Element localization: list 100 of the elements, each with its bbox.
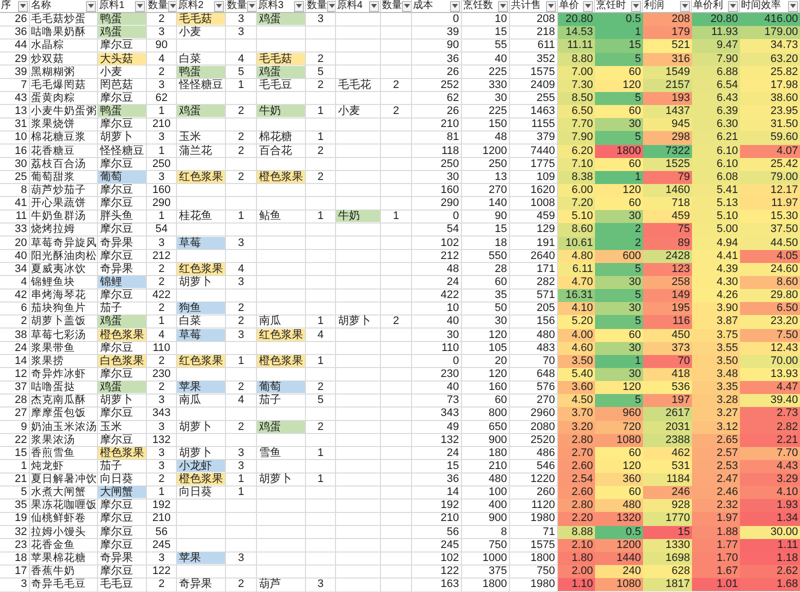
filter-dropdown[interactable]	[788, 0, 798, 12]
table-cell-text: 2	[236, 315, 246, 328]
table-cell-text: 3	[157, 460, 166, 472]
table-cell: 24.60	[740, 262, 800, 276]
table-cell-text: 3	[236, 236, 246, 249]
table-cell-text: 611	[536, 39, 556, 52]
table-cell-text: 摩尔豆	[99, 407, 134, 420]
column-header: 原料2	[178, 0, 204, 12]
table-cell: 红色浆果	[177, 354, 225, 367]
filter-dropdown[interactable]	[214, 0, 224, 12]
table-cell-text: 14	[14, 354, 28, 367]
table-cell-text: 750	[488, 538, 508, 551]
table-cell-text: 62	[154, 92, 169, 104]
table-cell-text: 锦鲤鱼块	[30, 276, 76, 288]
table-cell-text: 54	[446, 223, 460, 236]
table-cell-text: 40	[14, 250, 28, 262]
table-cell: 鸡蛋	[257, 420, 305, 433]
filter-dropdown[interactable]	[86, 0, 96, 12]
table-cell-text: 16	[14, 144, 28, 157]
table-cell: 锦鲤	[98, 276, 146, 288]
table-cell: 1.88	[692, 526, 740, 539]
table-cell: 1.18	[740, 552, 800, 566]
table-cell-text: 10	[446, 302, 460, 314]
table-cell-text: 71	[542, 526, 556, 538]
table-cell-text: 2	[316, 420, 325, 433]
filter-dropdown[interactable]	[135, 0, 145, 12]
filter-dropdown[interactable]	[327, 0, 335, 12]
table-cell: 4.07	[740, 144, 800, 158]
table-cell-text: 252	[440, 78, 460, 91]
filter-dropdown[interactable]	[583, 0, 593, 12]
table-cell: 2.32	[692, 499, 740, 512]
column-header: 序	[1, 0, 11, 12]
table-cell-text: 1	[157, 315, 166, 328]
table-cell-text: 3	[157, 420, 166, 433]
table-cell: 2.73	[740, 407, 800, 420]
table-cell: 79.00	[740, 170, 800, 184]
table-cell-text: 南瓜	[178, 394, 202, 406]
caret-icon	[371, 4, 377, 8]
table-cell-text: 1	[392, 210, 400, 222]
filter-dropdown[interactable]	[680, 0, 690, 12]
table-cell-text: 摩尔豆	[99, 368, 134, 380]
table-cell-text: 245	[440, 538, 460, 551]
table-cell: 草莓奇异旋风	[30, 236, 97, 249]
table-cell: 葡萄	[257, 381, 305, 394]
filter-dropdown[interactable]	[631, 0, 641, 12]
table-cell-text: 8	[500, 526, 508, 538]
table-cell-text: 900	[488, 512, 508, 525]
table-cell: 6.54	[692, 78, 740, 92]
table-cell-text: 800	[488, 407, 508, 420]
filter-dropdown[interactable]	[369, 0, 379, 12]
table-cell-text: 1000	[482, 552, 508, 564]
table-cell: 246	[643, 486, 692, 500]
filter-dropdown[interactable]	[450, 0, 460, 12]
table-cell-text: 毛毛豆	[99, 578, 134, 590]
filter-dropdown[interactable]	[168, 0, 176, 12]
table-cell-text: 205	[536, 302, 556, 314]
table-cell: 3.48	[692, 368, 740, 382]
table-cell-text: 2	[20, 315, 28, 328]
table-cell-text: 250	[488, 158, 508, 170]
table-cell: 6.20	[558, 144, 595, 158]
table-cell-text: 3	[157, 26, 166, 38]
table-cell-text: 30	[494, 315, 508, 328]
table-cell: 89	[643, 236, 692, 250]
table-cell-text: 茄子	[258, 394, 282, 406]
table-cell-text: 230	[151, 368, 172, 380]
table-cell: 牛奶	[257, 105, 305, 118]
table-cell-text: 2080	[530, 420, 556, 433]
table-cell: 316	[643, 52, 692, 66]
table-cell-text: 1980	[530, 512, 556, 525]
table-cell-text: 210	[440, 118, 460, 130]
table-cell-text: 2	[236, 381, 246, 394]
table-cell: 鸭蛋	[98, 105, 146, 118]
table-cell-text: 180	[488, 446, 508, 459]
table-cell-text: 摩尔豆	[99, 250, 134, 262]
table-cell-text: 浆果烧饼	[30, 118, 76, 130]
table-cell-text: 1	[316, 210, 325, 222]
table-cell: 179.00	[740, 26, 800, 40]
table-cell-text: 44	[14, 39, 28, 52]
table-cell-text: 486	[536, 446, 556, 459]
filter-dropdown[interactable]	[498, 0, 508, 12]
table-cell: 5.20	[558, 315, 595, 329]
table-cell-text: 17	[14, 565, 28, 578]
filter-dropdown[interactable]	[728, 0, 738, 12]
table-cell-text: 55	[494, 39, 508, 52]
table-cell: 17.98	[740, 78, 800, 92]
table-cell-text: 2	[392, 78, 400, 91]
filter-dropdown[interactable]	[546, 0, 556, 12]
table-cell-text: 160	[488, 381, 508, 394]
filter-dropdown[interactable]	[294, 0, 304, 12]
table-cell-text: 1775	[530, 158, 556, 170]
table-cell-text: 32	[14, 526, 28, 538]
table-cell-text: 5	[20, 486, 28, 498]
caret-icon	[682, 4, 688, 8]
table-cell-text: 3	[157, 170, 166, 183]
filter-dropdown[interactable]	[247, 0, 256, 12]
filter-dropdown[interactable]	[18, 0, 28, 12]
filter-dropdown[interactable]	[402, 0, 411, 12]
table-cell-text: 210	[488, 460, 508, 472]
table-cell-text: 1	[236, 78, 246, 91]
table-cell-text: 49	[446, 420, 460, 433]
